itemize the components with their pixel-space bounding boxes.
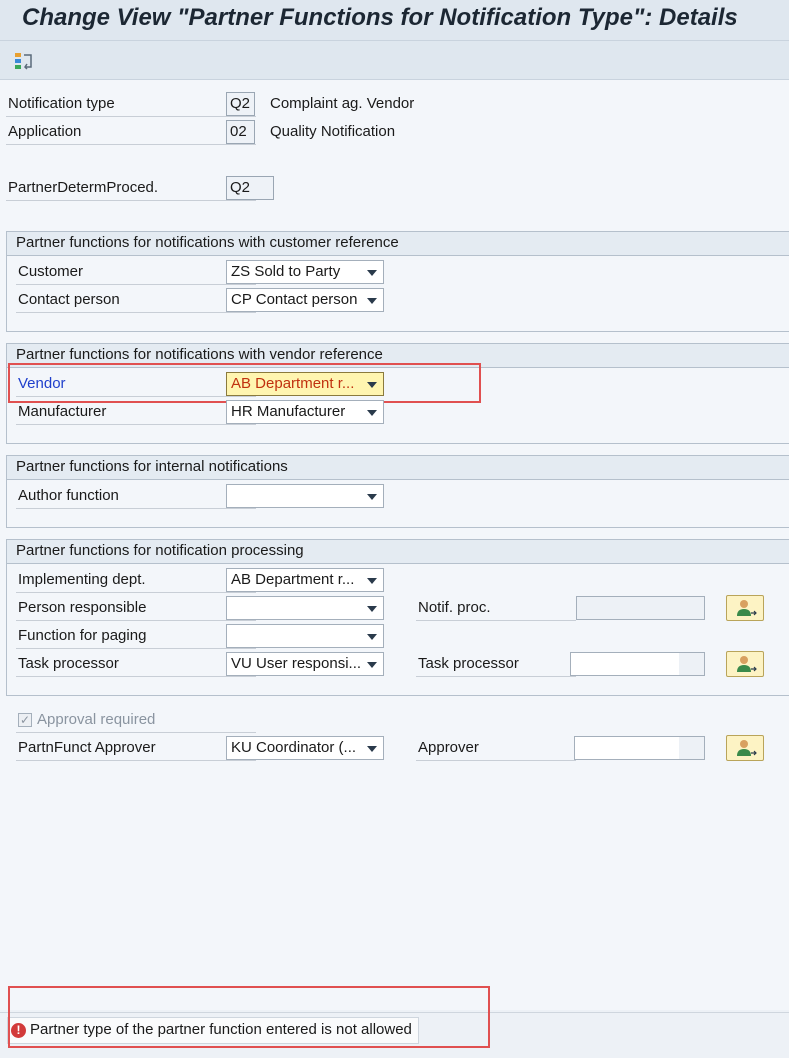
approver-search-button[interactable]: [726, 735, 764, 761]
application-description: Quality Notification: [270, 123, 396, 140]
chevron-down-icon: [367, 270, 377, 276]
group-customer-title: Partner functions for notifications with…: [7, 232, 789, 256]
page-title: Change View "Partner Functions for Notif…: [22, 4, 738, 31]
task-processor-label: Task processor: [16, 651, 256, 677]
customer-value: ZS Sold to Party: [231, 263, 341, 280]
application-toolbar: [0, 41, 789, 80]
application-label: Application: [6, 119, 256, 145]
person-responsible-dropdown[interactable]: [226, 596, 384, 620]
author-function-label: Author function: [16, 483, 256, 509]
status-error-highlight: [8, 986, 490, 1048]
task-processor-right-label: Task processor: [416, 651, 576, 677]
function-for-paging-label: Function for paging: [16, 623, 256, 649]
chevron-down-icon: [367, 634, 377, 640]
approver-label: Approver: [416, 735, 576, 761]
chevron-down-icon: [367, 746, 377, 752]
application-field: 02: [226, 120, 255, 144]
notification-type-field: Q2: [226, 92, 255, 116]
implementing-dept-label: Implementing dept.: [16, 567, 256, 593]
author-function-dropdown[interactable]: [226, 484, 384, 508]
chevron-down-icon: [367, 606, 377, 612]
customer-label: Customer: [16, 259, 256, 285]
partner-determ-proced-label: PartnerDetermProced.: [6, 175, 256, 201]
partn-funct-approver-label: PartnFunct Approver: [16, 735, 256, 761]
partner-determ-proced-field: Q2: [226, 176, 274, 200]
customer-dropdown[interactable]: ZS Sold to Party: [226, 260, 384, 284]
task-processor-input[interactable]: [570, 652, 705, 676]
notif-proc-input[interactable]: [576, 596, 705, 620]
person-responsible-label: Person responsible: [16, 595, 256, 621]
implementing-dept-dropdown[interactable]: AB Department r...: [226, 568, 384, 592]
vendor-error-highlight: [8, 363, 481, 403]
chevron-down-icon: [367, 410, 377, 416]
person-icon: [737, 740, 757, 756]
person-icon: [737, 600, 757, 616]
chevron-down-icon: [367, 298, 377, 304]
partn-funct-approver-dropdown[interactable]: KU Coordinator (...: [226, 736, 384, 760]
notification-type-label: Notification type: [6, 91, 256, 117]
chevron-down-icon: [367, 662, 377, 668]
manufacturer-dropdown[interactable]: HR Manufacturer: [226, 400, 384, 424]
function-for-paging-dropdown[interactable]: [226, 624, 384, 648]
partner-search-button[interactable]: [726, 595, 764, 621]
display-change-icon[interactable]: [14, 52, 34, 70]
chevron-down-icon: [367, 578, 377, 584]
notification-type-description: Complaint ag. Vendor: [270, 95, 415, 112]
partn-funct-approver-value: KU Coordinator (...: [231, 739, 357, 756]
approval-required-checkbox[interactable]: ✓: [18, 713, 32, 727]
task-processor-search-button[interactable]: [726, 651, 764, 677]
title-bar: Change View "Partner Functions for Notif…: [0, 0, 789, 41]
approval-required-row[interactable]: ✓ Approval required: [16, 707, 256, 733]
main-content: Notification type Q2 Complaint ag. Vendo…: [0, 80, 789, 1010]
approver-input[interactable]: [574, 736, 705, 760]
group-internal-title: Partner functions for internal notificat…: [7, 456, 789, 480]
chevron-down-icon: [367, 494, 377, 500]
notif-proc-label: Notif. proc.: [416, 595, 576, 621]
manufacturer-label: Manufacturer: [16, 399, 256, 425]
contact-person-value: CP Contact person: [231, 291, 358, 308]
person-icon: [737, 656, 757, 672]
approval-required-label: Approval required: [37, 711, 156, 728]
group-processing-title: Partner functions for notification proce…: [7, 540, 789, 564]
implementing-dept-value: AB Department r...: [231, 571, 355, 588]
task-processor-dropdown[interactable]: VU User responsi...: [226, 652, 384, 676]
contact-person-dropdown[interactable]: CP Contact person: [226, 288, 384, 312]
manufacturer-value: HR Manufacturer: [231, 403, 346, 420]
contact-person-label: Contact person: [16, 287, 256, 313]
task-processor-value: VU User responsi...: [231, 655, 361, 672]
